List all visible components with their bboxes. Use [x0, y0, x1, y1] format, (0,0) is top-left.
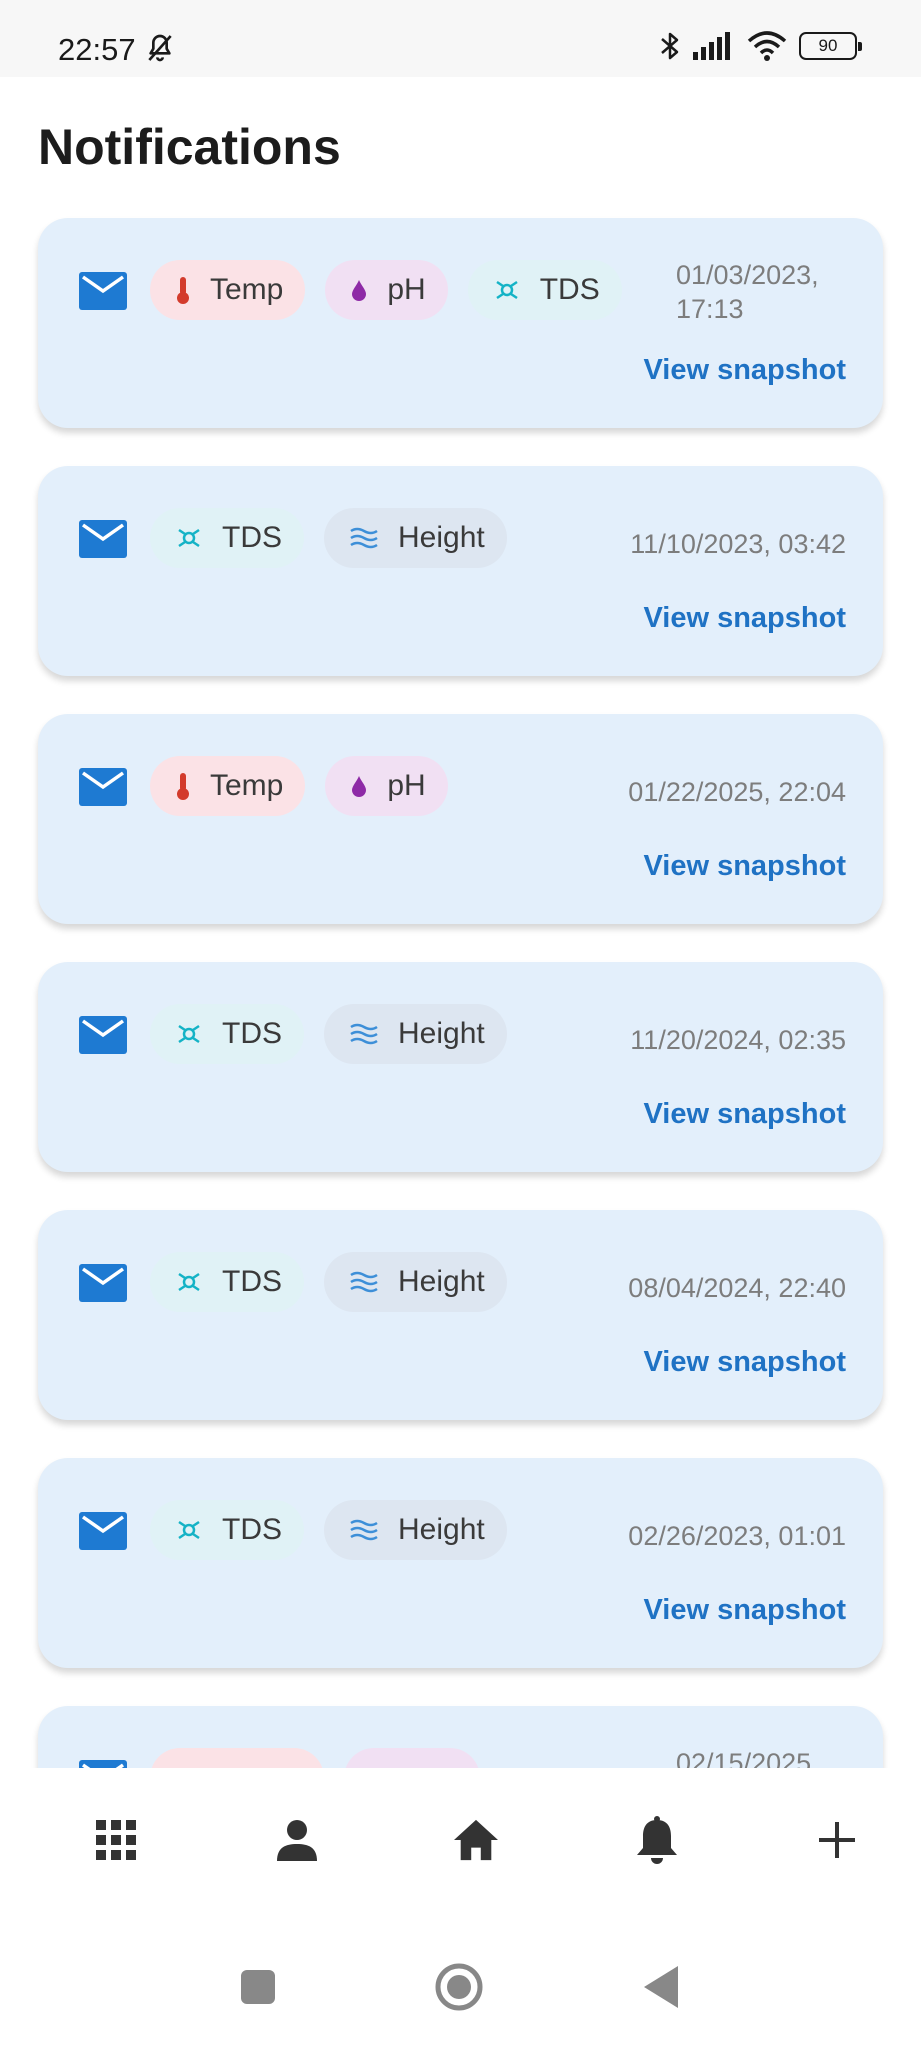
- chip-tds: TDS: [150, 1500, 304, 1560]
- chip-label: Height: [398, 521, 485, 554]
- chip-height: Height: [324, 1500, 507, 1560]
- timestamp: 08/04/2024, 22:40: [628, 1273, 846, 1303]
- recents-button[interactable]: [241, 1970, 275, 2009]
- status-time: 22:57: [58, 32, 136, 67]
- profile-icon[interactable]: [275, 1818, 319, 1862]
- bottom-navigation: [0, 1768, 921, 1908]
- notification-card[interactable]: TDS Height 11/20/2024, 02:35 View snapsh…: [38, 962, 883, 1172]
- notification-card[interactable]: TDS Height 02/26/2023, 01:01 View snapsh…: [38, 1458, 883, 1668]
- mail-icon: [79, 272, 127, 310]
- chip-label: Height: [398, 1513, 485, 1546]
- notification-card[interactable]: TDS Height 11/10/2023, 03:42 View snapsh…: [38, 466, 883, 676]
- notification-card[interactable]: TDS Height 08/04/2024, 22:40 View snapsh…: [38, 1210, 883, 1420]
- tds-icon: [178, 1024, 200, 1044]
- timestamp: 01/22/2025, 22:04: [628, 777, 846, 807]
- home-system-button[interactable]: [435, 1963, 483, 2016]
- mail-icon: [79, 1512, 127, 1550]
- tds-icon: [178, 1272, 200, 1292]
- mail-icon: [79, 1760, 127, 1768]
- add-icon[interactable]: [815, 1818, 859, 1862]
- notifications-list[interactable]: Temp pH TDS 01/03/2023, 17:13 View snaps…: [0, 200, 921, 1768]
- status-bar: 22:57 90: [0, 0, 921, 77]
- mail-icon: [79, 520, 127, 558]
- timestamp: 11/20/2024, 02:35: [630, 1025, 846, 1055]
- view-snapshot-link[interactable]: View snapshot: [643, 354, 846, 387]
- thermometer-icon: [177, 277, 189, 304]
- timestamp: 01/03/2023, 17:13: [676, 260, 819, 324]
- thermometer-icon: [177, 773, 189, 800]
- timestamp: 02/26/2023, 01:01: [628, 1521, 846, 1551]
- mail-icon: [79, 768, 127, 806]
- chip-label: TDS: [222, 1265, 282, 1298]
- chip-tds: TDS: [150, 1252, 304, 1312]
- battery-level: 90: [818, 36, 838, 55]
- bell-off-icon: [148, 34, 172, 62]
- waves-icon: [350, 527, 378, 549]
- view-snapshot-link[interactable]: View snapshot: [643, 1594, 846, 1627]
- timestamp: 02/15/2025,: [676, 1748, 819, 1768]
- mail-icon: [79, 1016, 127, 1054]
- bluetooth-icon: [661, 32, 679, 60]
- tds-icon: [178, 528, 200, 548]
- chip-tds: TDS: [467, 260, 622, 320]
- notification-card[interactable]: Temp pH TDS 01/03/2023, 17:13 View snaps…: [38, 218, 883, 428]
- back-button[interactable]: [644, 1966, 678, 2013]
- waves-icon: [350, 1519, 378, 1541]
- chip-label: pH: [387, 273, 426, 306]
- chip-label: Height: [398, 1265, 485, 1298]
- drop-icon: [352, 776, 367, 797]
- chip-temp: Temp: [150, 756, 306, 816]
- signal-icon: [693, 32, 730, 60]
- chip-ph: [344, 1748, 480, 1768]
- chip-ph: pH: [325, 756, 448, 816]
- waves-icon: [350, 1271, 378, 1293]
- chip-tds: TDS: [150, 1004, 304, 1064]
- chip-label: TDS: [539, 273, 600, 306]
- chip-height: Height: [324, 1004, 507, 1064]
- drop-icon: [352, 280, 367, 301]
- chip-temp: Temp: [150, 260, 306, 320]
- chip-label: TDS: [222, 1017, 282, 1050]
- chip-label: Temp: [210, 273, 284, 306]
- chip-height: Height: [324, 1252, 507, 1312]
- view-snapshot-link[interactable]: View snapshot: [643, 602, 846, 635]
- chip-label: TDS: [222, 1513, 282, 1546]
- chip-label: TDS: [222, 521, 282, 554]
- wifi-icon: [747, 31, 787, 61]
- chip-tds: TDS: [150, 508, 304, 568]
- timestamp: 11/10/2023, 03:42: [630, 529, 846, 559]
- notifications-bell-icon[interactable]: [635, 1816, 679, 1864]
- view-snapshot-link[interactable]: View snapshot: [643, 1098, 846, 1131]
- chip-label: Height: [398, 1017, 485, 1050]
- home-icon[interactable]: [454, 1818, 498, 1862]
- notification-card[interactable]: Temp pH 01/22/2025, 22:04 View snapshot: [38, 714, 883, 924]
- chip-height: Height: [324, 508, 507, 568]
- chip-label: pH: [387, 769, 426, 802]
- chip-label: Temp: [210, 769, 284, 802]
- tds-icon: [496, 280, 518, 300]
- battery-indicator: 90: [799, 32, 862, 60]
- chip-ph: pH: [325, 260, 448, 320]
- system-navigation: [0, 1908, 921, 2048]
- view-snapshot-link[interactable]: View snapshot: [643, 850, 846, 883]
- waves-icon: [350, 1023, 378, 1045]
- chip-temp: [150, 1748, 324, 1768]
- apps-grid-icon[interactable]: [94, 1818, 138, 1862]
- tds-icon: [178, 1520, 200, 1540]
- mail-icon: [79, 1264, 127, 1302]
- notification-card[interactable]: 02/15/2025,: [38, 1706, 883, 1768]
- view-snapshot-link[interactable]: View snapshot: [643, 1346, 846, 1379]
- page-title: Notifications: [38, 119, 341, 175]
